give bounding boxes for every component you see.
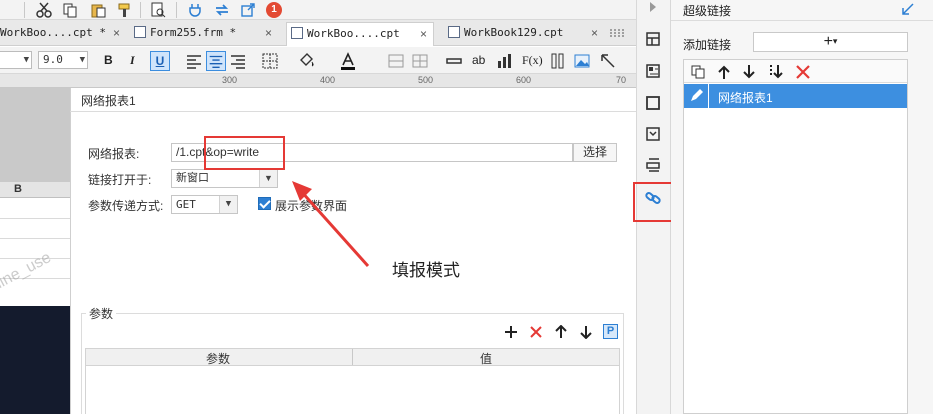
- delete-link-icon[interactable]: [795, 64, 811, 80]
- delete-param-icon[interactable]: [529, 325, 543, 339]
- divider: [671, 20, 933, 21]
- param-value-column: 值: [480, 352, 493, 366]
- plus-icon: +: [823, 33, 833, 50]
- edit-icon[interactable]: [684, 84, 709, 108]
- data-column-icon[interactable]: [645, 157, 661, 173]
- add-link-label: 添加链接: [683, 38, 732, 52]
- list-item-label: 网络报表1: [718, 91, 773, 105]
- move-down-icon[interactable]: [743, 64, 755, 80]
- parameters-group-title: 参数: [86, 305, 117, 322]
- move-up-icon[interactable]: [718, 64, 730, 80]
- parameters-table-header: 参数 值: [85, 348, 620, 366]
- cell-property-icon[interactable]: [645, 31, 661, 47]
- parameters-table-body[interactable]: [85, 366, 620, 414]
- column-divider: [352, 349, 353, 365]
- param-name-column: 参数: [206, 352, 231, 366]
- add-link-button[interactable]: +▾: [753, 32, 908, 52]
- move-up-icon[interactable]: [555, 325, 567, 339]
- param-p-icon[interactable]: P: [603, 324, 618, 339]
- collapse-arrow-icon[interactable]: [649, 2, 657, 12]
- panel-title: 超级链接: [683, 4, 732, 18]
- cell-style-icon[interactable]: [645, 63, 661, 79]
- copy-link-icon[interactable]: [690, 64, 706, 80]
- add-param-icon[interactable]: [504, 325, 518, 339]
- widget-icon[interactable]: [645, 95, 661, 111]
- hyperlink-list: [683, 59, 908, 414]
- list-item[interactable]: 网络报表1: [684, 84, 907, 108]
- annotation-label: 填报模式: [392, 261, 460, 280]
- expand-icon[interactable]: [902, 3, 914, 15]
- condition-icon[interactable]: [645, 126, 661, 142]
- chevron-down-icon: ▾: [832, 36, 838, 46]
- move-down-icon[interactable]: [580, 325, 592, 339]
- sort-icon[interactable]: [767, 63, 785, 81]
